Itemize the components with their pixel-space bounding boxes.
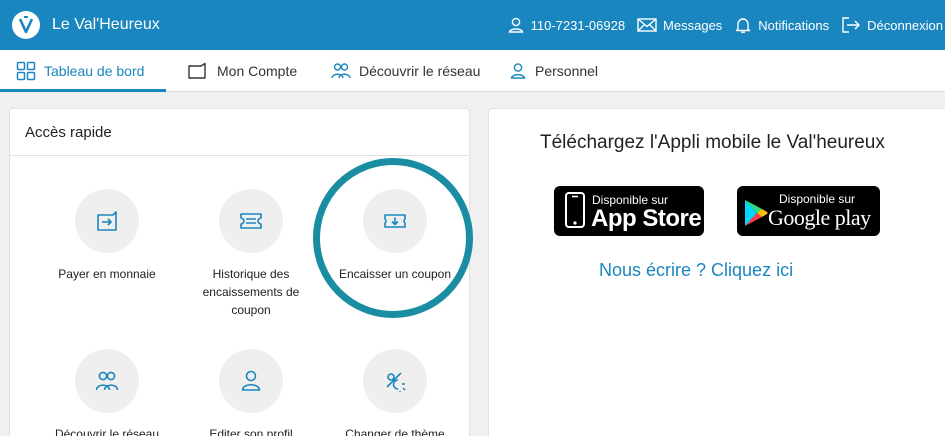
tab-personnel[interactable]: Personnel	[509, 50, 598, 91]
tab-label: Mon Compte	[217, 62, 298, 79]
quick-icon-circle	[219, 349, 283, 413]
quick-label: Editer son profil	[209, 427, 293, 436]
google-play-small-text: Disponible sur	[779, 192, 856, 206]
quick-icon-circle	[219, 189, 283, 253]
quick-icon-circle	[363, 349, 427, 413]
user-icon	[508, 17, 523, 33]
tab-discover-network[interactable]: Découvrir le réseau	[331, 50, 480, 91]
messages-label: Messages	[663, 17, 723, 33]
messages-link[interactable]: Messages	[637, 17, 722, 33]
app-logo[interactable]	[12, 11, 40, 39]
theme-icon	[386, 372, 406, 392]
envelope-icon	[637, 18, 657, 32]
logout-link[interactable]: Déconnexion	[841, 16, 943, 34]
logout-label: Déconnexion	[867, 17, 943, 33]
logout-icon	[842, 17, 860, 33]
quick-icon-circle	[75, 349, 139, 413]
active-tab-indicator	[0, 89, 166, 92]
play-store-icon	[745, 200, 768, 226]
google-play-big-text: Google play	[768, 205, 871, 230]
quick-edit-profile[interactable]: Editer son profil	[181, 349, 321, 436]
quick-icon-circle	[75, 189, 139, 253]
notifications-label: Notifications	[758, 17, 830, 33]
people-icon	[331, 62, 351, 78]
quick-discover-network[interactable]: Découvrir le réseau	[37, 349, 177, 436]
tab-dashboard[interactable]: Tableau de bord	[16, 50, 144, 91]
tab-label: Personnel	[535, 62, 599, 79]
user-icon	[241, 370, 261, 391]
user-icon	[510, 62, 526, 79]
tab-my-account[interactable]: Mon Compte	[187, 50, 297, 91]
wallet-arrow-icon	[97, 211, 117, 231]
main-tabs: Tableau de bord Mon Compte Découvrir le …	[0, 50, 945, 92]
quick-label: Découvrir le réseau	[54, 427, 160, 436]
download-title: Téléchargez l'Appli mobile le Val'heureu…	[540, 132, 885, 153]
tab-label: Tableau de bord	[44, 62, 145, 79]
app-store-big-text: App Store	[591, 205, 702, 232]
notifications-link[interactable]: Notifications	[734, 16, 829, 34]
app-title: Le Val'Heureux	[52, 16, 160, 33]
phone-icon	[565, 192, 585, 228]
coupon-list-icon	[240, 213, 262, 229]
quick-label: Changer de thème	[345, 427, 445, 436]
top-nav: 110-7231-06928 Messages Notifications Dé…	[507, 0, 945, 50]
quick-pay-in-currency[interactable]: Payer en monnaie	[37, 189, 177, 283]
quick-coupon-history[interactable]: Historique des encaissements de coupon	[181, 189, 321, 319]
app-store-badge[interactable]: Disponible sur App Store	[554, 186, 704, 236]
logo-v-icon	[18, 16, 34, 34]
contact-link[interactable]: Nous écrire ? Cliquez ici	[599, 260, 793, 281]
people-icon	[95, 371, 119, 391]
account-number-link[interactable]: 110-7231-06928	[507, 16, 625, 34]
account-number: 110-7231-06928	[530, 17, 626, 33]
dashboard-grid-icon	[16, 61, 36, 80]
quick-label: Payer en monnaie	[58, 267, 156, 281]
wallet-icon	[188, 62, 206, 79]
bell-icon	[736, 18, 751, 33]
google-play-badge[interactable]: Disponible sur Google play	[737, 186, 880, 236]
quick-access-title: Accès rapide	[10, 109, 469, 156]
tab-label: Découvrir le réseau	[359, 62, 481, 79]
highlight-ring	[313, 158, 473, 318]
quick-change-theme[interactable]: Changer de thème	[325, 349, 465, 436]
top-bar: Le Val'Heureux 110-7231-06928 Messages N…	[0, 0, 945, 50]
quick-label: Historique des encaissements de coupon	[202, 267, 300, 317]
